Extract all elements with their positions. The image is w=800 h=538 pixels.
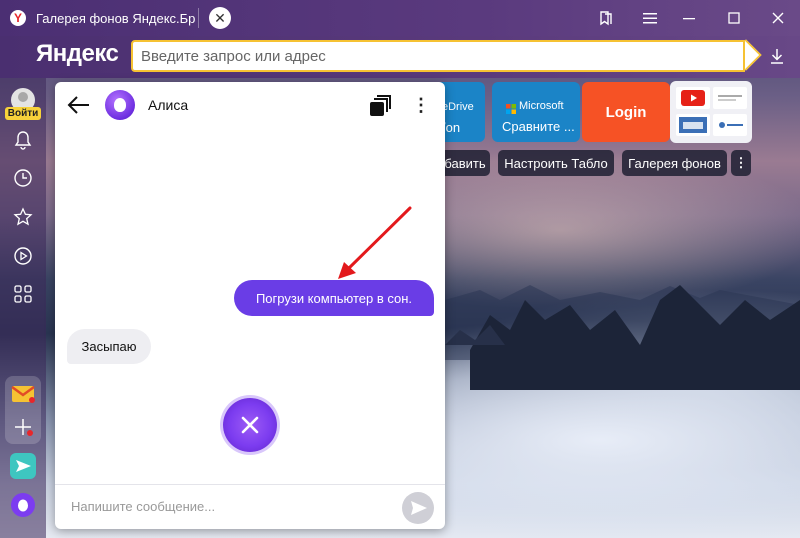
tile-onedrive[interactable]: eDrive /on xyxy=(440,82,485,142)
tab-divider xyxy=(198,8,199,28)
alice-title: Алиса xyxy=(148,97,189,113)
youtube-mini-tile xyxy=(676,87,710,109)
star-icon[interactable] xyxy=(9,203,37,231)
login-badge[interactable]: Войти xyxy=(5,107,41,120)
left-sidebar: Войти xyxy=(0,78,46,538)
alice-header: Алиса ⋮ xyxy=(55,82,445,128)
login-tile-label: Login xyxy=(605,103,647,121)
user-message-bubble: Погрузи компьютер в сон. xyxy=(234,280,434,316)
background-gallery-button[interactable]: Галерея фонов xyxy=(622,150,727,176)
apps-grid-icon[interactable] xyxy=(9,280,37,308)
history-icon[interactable] xyxy=(9,164,37,192)
more-vertical-icon[interactable]: ⋮ xyxy=(411,92,431,118)
microsoft-logo-icon xyxy=(506,101,516,114)
message-input-bar: Напишите сообщение... xyxy=(55,484,445,529)
yandex-logo-icon: Y xyxy=(10,10,26,26)
tile-login[interactable]: Login xyxy=(582,82,670,142)
gov-mini-tile xyxy=(676,114,710,136)
minimize-icon[interactable] xyxy=(677,6,701,30)
news-mini-tile xyxy=(713,87,747,109)
send-button[interactable] xyxy=(402,492,434,524)
messenger-icon[interactable] xyxy=(9,452,37,480)
title-bar: Y Галерея фонов Яндекс.Бра ✕ xyxy=(0,0,800,36)
back-arrow-icon[interactable] xyxy=(65,92,93,118)
close-window-icon[interactable] xyxy=(766,6,790,30)
alice-panel: Алиса ⋮ Погрузи компьютер в сон. Засыпаю… xyxy=(55,82,445,529)
close-tab-icon[interactable]: ✕ xyxy=(209,7,231,29)
user-message-text: Погрузи компьютер в сон. xyxy=(255,290,413,306)
youtube-icon xyxy=(681,90,705,106)
play-icon[interactable] xyxy=(9,242,37,270)
stop-listening-button[interactable] xyxy=(223,398,277,452)
cards-icon[interactable] xyxy=(367,93,393,119)
message-input[interactable]: Напишите сообщение... xyxy=(71,499,215,514)
background-gallery-label: Галерея фонов xyxy=(628,155,721,171)
bell-icon[interactable] xyxy=(9,126,37,154)
browser-tab[interactable]: Y Галерея фонов Яндекс.Бра xyxy=(4,4,204,32)
send-icon xyxy=(411,501,427,515)
address-placeholder: Введите запрос или адрес xyxy=(141,47,326,65)
bookmarks-icon[interactable] xyxy=(594,6,618,30)
maximize-icon[interactable] xyxy=(722,6,746,30)
alice-reply-bubble: Засыпаю xyxy=(67,329,151,364)
close-icon xyxy=(241,416,259,434)
onedrive-label: eDrive xyxy=(442,101,474,113)
mail-icon[interactable] xyxy=(9,380,37,408)
customize-tableau-button[interactable]: Настроить Табло xyxy=(498,150,614,176)
menu-icon[interactable] xyxy=(638,6,662,30)
customize-tableau-label: Настроить Табло xyxy=(504,155,608,171)
alice-sidebar-icon[interactable] xyxy=(9,491,37,519)
more-vertical-icon: ⋮ xyxy=(734,155,748,170)
microsoft-title: Microsoft xyxy=(519,100,564,112)
more-options-button[interactable]: ⋮ xyxy=(731,150,751,176)
tab-title: Галерея фонов Яндекс.Бра xyxy=(36,10,196,26)
add-icon[interactable] xyxy=(9,413,37,441)
address-row: Яндекс Введите запрос или адрес xyxy=(0,36,800,78)
yandex-brand[interactable]: Яндекс xyxy=(36,40,119,68)
download-icon[interactable] xyxy=(764,42,790,70)
alice-logo-icon xyxy=(105,90,135,120)
address-input[interactable]: Введите запрос или адрес xyxy=(131,40,745,72)
site-mini-tile xyxy=(713,114,747,136)
microsoft-sub: Сравните ... xyxy=(502,119,575,134)
alice-reply-text: Засыпаю xyxy=(81,339,137,354)
tile-microsoft[interactable]: Microsoft Сравните ... xyxy=(492,82,580,142)
tile-group[interactable] xyxy=(670,81,752,143)
